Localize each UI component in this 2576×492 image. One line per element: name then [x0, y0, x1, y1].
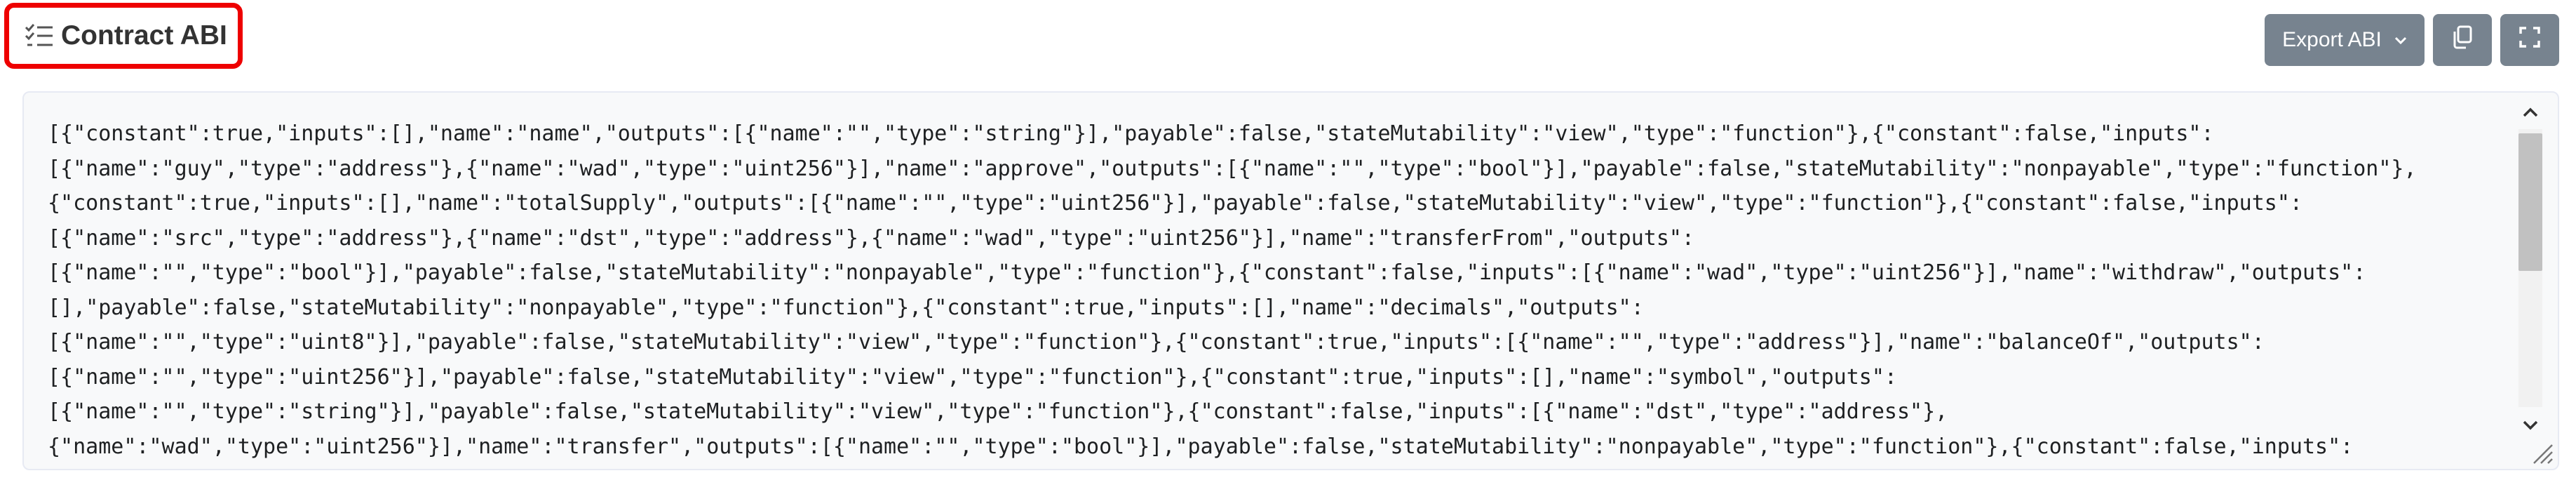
abi-line: [{"name":"","type":"bool"}],"payable":fa…	[48, 260, 2366, 285]
copy-icon	[2452, 25, 2473, 55]
abi-line: [{"name":"src","type":"address"},{"name"…	[48, 225, 1694, 251]
scroll-down-arrow-icon[interactable]	[2514, 413, 2547, 438]
vertical-scrollbar[interactable]	[2514, 100, 2547, 438]
abi-line: [{"name":"","type":"uint8"}],"payable":f…	[48, 330, 2265, 354]
fullscreen-icon	[2519, 27, 2540, 53]
resize-handle-icon[interactable]	[2530, 441, 2554, 465]
abi-line: {"constant":true,"inputs":[],"name":"tot…	[48, 191, 2302, 215]
abi-line: [{"name":"","type":"string"}],"payable":…	[48, 399, 1948, 424]
export-abi-button[interactable]: Export ABI	[2265, 14, 2425, 66]
abi-code-content: [{"constant":true,"inputs":[],"name":"na…	[48, 117, 2502, 464]
scrollbar-thumb[interactable]	[2518, 133, 2542, 271]
abi-line: [{"constant":true,"inputs":[],"name":"na…	[48, 121, 2214, 146]
abi-line: [],"payable":false,"stateMutability":"no…	[48, 295, 1644, 320]
abi-toolbar: Export ABI	[2265, 14, 2559, 66]
scroll-up-arrow-icon[interactable]	[2514, 100, 2547, 125]
export-abi-label: Export ABI	[2282, 28, 2382, 51]
chevron-down-icon	[2394, 32, 2407, 48]
checklist-icon	[25, 23, 54, 48]
page-title: Contract ABI	[61, 20, 227, 51]
copy-abi-button[interactable]	[2433, 14, 2492, 66]
abi-line: [{"name":"guy","type":"address"},{"name"…	[48, 156, 2417, 181]
abi-line: [{"name":"","type":"uint256"}],"payable"…	[48, 364, 1897, 390]
abi-line: {"name":"wad","type":"uint256"}],"name":…	[48, 434, 2354, 459]
contract-abi-heading: Contract ABI	[4, 3, 243, 69]
abi-code-textarea[interactable]: [{"constant":true,"inputs":[],"name":"na…	[22, 91, 2559, 470]
fullscreen-button[interactable]	[2500, 14, 2559, 66]
